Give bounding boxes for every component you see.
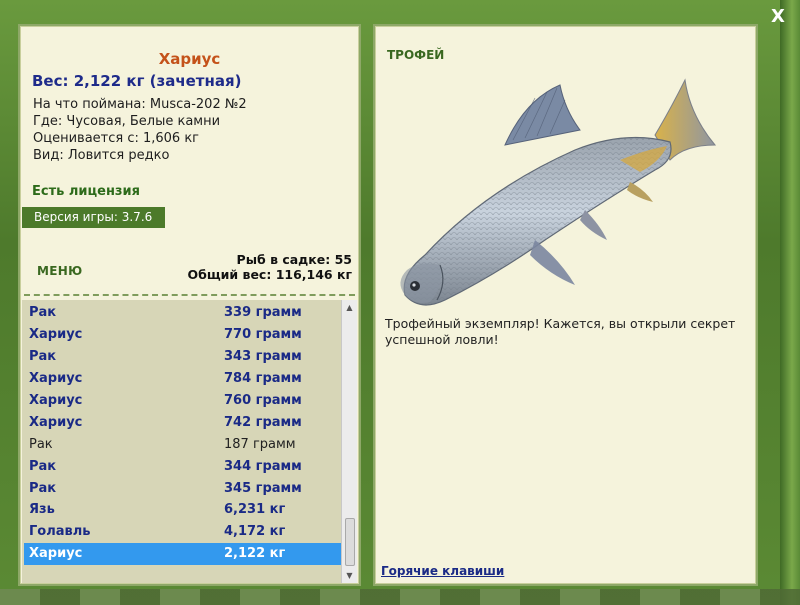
- license-status: Есть лицензия: [32, 184, 140, 199]
- keepnet-row[interactable]: Хариус 760 грамм: [24, 390, 342, 412]
- rarity-info: Вид: Ловится редко: [33, 148, 170, 163]
- location-info: Где: Чусовая, Белые камни: [33, 114, 221, 129]
- keepnet-rows: Рак 339 грамм Хариус 770 грамм Рак 343 грамм Х…: [24, 302, 342, 565]
- fish-species: Рак: [29, 349, 57, 365]
- keepnet-row[interactable]: Рак 345 грамм: [24, 477, 342, 499]
- scroll-up-icon[interactable]: ▲: [342, 300, 357, 315]
- fish-species: Хариус: [29, 371, 83, 387]
- scroll-thumb[interactable]: [345, 518, 355, 566]
- menu-button[interactable]: МЕНЮ: [37, 264, 82, 278]
- scrollbar[interactable]: ▲ ▼: [341, 300, 357, 583]
- fish-name: Хариус: [158, 50, 221, 68]
- rating-info: Оценивается с: 1,606 кг: [33, 131, 200, 146]
- fish-species: Хариус: [29, 546, 83, 562]
- fish-weight-cell: 770 грамм: [224, 327, 302, 343]
- fish-weight-cell: 339 грамм: [224, 305, 302, 321]
- fish-weight-cell: 345 грамм: [224, 480, 302, 496]
- hotkeys-link[interactable]: Горячие клавиши: [381, 564, 504, 578]
- fish-species: Хариус: [29, 393, 83, 408]
- keepnet-row[interactable]: Хариус 2,122 кг: [24, 542, 342, 565]
- bait-info: На что поймана: Musca-202 №2: [33, 97, 247, 112]
- background-edge-right: [780, 0, 800, 605]
- fish-weight-cell: 344 грамм: [224, 458, 302, 474]
- keepnet-row[interactable]: Голавль 4,172 кг: [24, 521, 342, 543]
- fish-weight-cell: 187 грамм: [224, 436, 296, 452]
- total-weight: Общий вес: 116,146 кг: [187, 267, 353, 282]
- fish-weight-cell: 343 грамм: [224, 349, 302, 365]
- fish-weight-cell: 760 грамм: [224, 393, 302, 408]
- fish-species: Хариус: [29, 327, 83, 343]
- fish-count: Рыб в садке: 55: [236, 252, 352, 267]
- fish-weight-cell: 2,122 кг: [224, 546, 286, 562]
- fish-species: Рак: [29, 458, 57, 474]
- keepnet-list[interactable]: Рак 339 грамм Хариус 770 грамм Рак 343 грамм Х…: [22, 300, 357, 583]
- fish-weight: Вес: 2,122 кг (зачетная): [32, 72, 242, 90]
- fish-weight-cell: 6,231 кг: [224, 502, 286, 518]
- version-label: Версия игры:: [34, 210, 118, 224]
- scroll-down-icon[interactable]: ▼: [342, 568, 357, 583]
- fish-species: Хариус: [29, 414, 83, 430]
- fish-species: Рак: [29, 305, 57, 321]
- fish-weight-cell: 784 грамм: [224, 371, 302, 387]
- keepnet-stats: Рыб в садке: 55 Общий вес: 116,146 кг: [188, 252, 353, 282]
- keepnet-row[interactable]: Рак 187 грамм: [24, 433, 342, 455]
- background-edge-bottom: [0, 589, 800, 605]
- keepnet-row[interactable]: Хариус 770 грамм: [24, 324, 342, 346]
- fish-weight-cell: 742 грамм: [224, 414, 302, 430]
- grayling-fish-image: [400, 78, 717, 306]
- trophy-message: Трофейный экземпляр! Кажется, вы открыли…: [385, 316, 736, 347]
- fish-species: Голавль: [29, 524, 91, 540]
- game-version: Версия игры: 3.7.6: [22, 207, 165, 228]
- fish-species: Рак: [29, 436, 53, 452]
- keepnet-row[interactable]: Рак 343 грамм: [24, 346, 342, 368]
- fish-species: Язь: [29, 502, 55, 518]
- catch-info-panel: Хариус Вес: 2,122 кг (зачетная) На что п…: [18, 24, 361, 586]
- keepnet-row[interactable]: Хариус 742 грамм: [24, 411, 342, 433]
- fish-species: Рак: [29, 480, 57, 496]
- keepnet-row[interactable]: Хариус 784 грамм: [24, 368, 342, 390]
- keepnet-row[interactable]: Язь 6,231 кг: [24, 499, 342, 521]
- keepnet-row[interactable]: Рак 344 грамм: [24, 455, 342, 477]
- fish-weight-cell: 4,172 кг: [224, 524, 286, 540]
- divider: [24, 294, 355, 296]
- keepnet-row[interactable]: Рак 339 грамм: [24, 302, 342, 324]
- version-value: 3.7.6: [121, 210, 153, 224]
- trophy-panel: ТРОФЕЙ Трофейный экземпляр! Кажется, вы …: [373, 24, 758, 586]
- close-button[interactable]: X: [768, 6, 788, 28]
